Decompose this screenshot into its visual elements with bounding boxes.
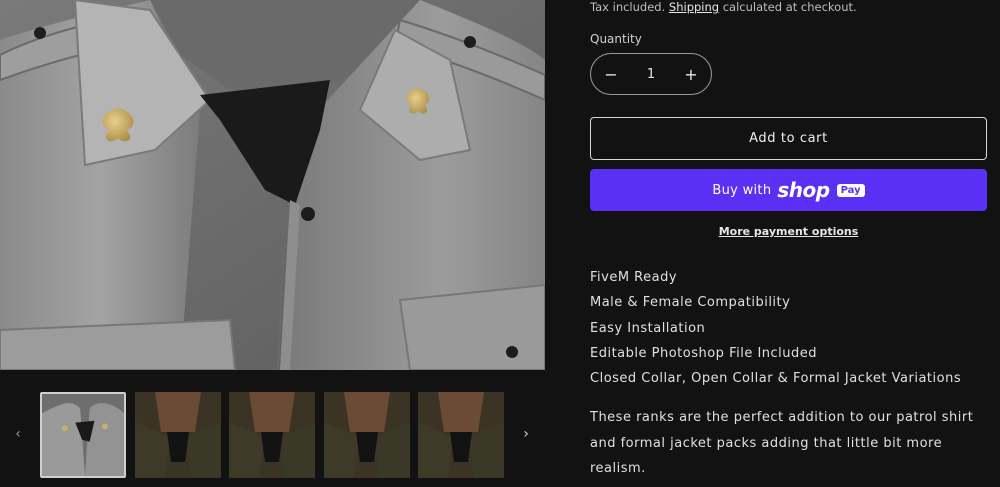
thumbnail-olive-jacket-image [324,392,410,478]
quantity-label: Quantity [590,32,642,46]
shop-logo: shop [777,178,830,202]
feature-item: Editable Photoshop File Included [590,345,818,361]
shipping-link[interactable]: Shipping [669,0,719,14]
chevron-left-icon[interactable]: ‹ [8,424,28,444]
minus-icon: − [604,64,618,84]
thumbnail-1[interactable] [40,392,126,478]
plus-icon: + [684,64,698,84]
feature-item: FiveM Ready [590,270,678,285]
thumbnail-grey-shirt-image [42,394,124,476]
shirt-rank-render [0,0,545,370]
more-payment-options-link[interactable]: More payment options [590,225,987,238]
quantity-stepper: − + [590,53,712,95]
feature-item: Easy Installation [590,320,706,336]
feature-item: Male & Female Compatibility [590,295,791,311]
pay-badge: Pay [836,183,865,197]
thumbnail-olive-jacket-image [229,392,315,478]
main-product-image[interactable] [0,0,545,370]
thumbnail-2[interactable] [135,392,221,478]
feature-list: FiveM Ready Male & Female Compatibility … [590,265,961,391]
tax-note-prefix: Tax included. [590,0,666,14]
chevron-right-icon[interactable]: › [516,424,536,444]
feature-item: Closed Collar, Open Collar & Formal Jack… [590,371,962,387]
buy-with-label: Buy with [712,182,772,198]
decrease-quantity-button[interactable]: − [591,54,631,94]
thumbnail-5[interactable] [418,392,504,478]
thumbnail-olive-jacket-image [135,392,221,478]
thumbnail-3[interactable] [229,392,315,478]
thumbnail-olive-jacket-image [418,392,504,478]
increase-quantity-button[interactable]: + [671,54,711,94]
add-to-cart-button[interactable]: Add to cart [590,117,987,160]
product-description: These ranks are the perfect addition to … [590,410,974,476]
thumbnail-4[interactable] [324,392,410,478]
thumbnail-strip: ‹ › [0,370,545,487]
shop-pay-button[interactable]: Buy with shop Pay [590,169,987,211]
tax-note: Tax included. Shipping calculated at che… [590,0,857,14]
quantity-input[interactable] [631,59,671,89]
tax-note-suffix: calculated at checkout. [722,0,857,14]
